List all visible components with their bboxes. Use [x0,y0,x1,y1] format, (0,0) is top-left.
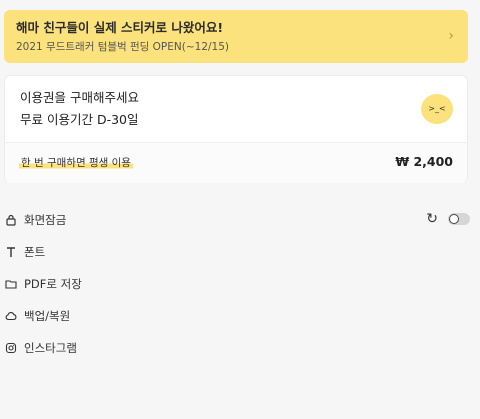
menu-item-screen-lock[interactable]: 화면잠금 ↻ [4,204,474,236]
card-footer: 한 번 구매하면 평생 이용 ₩ 2,400 [5,142,467,183]
menu-label: PDF로 저장 [24,277,82,291]
banner-subtitle: 2021 무드트래커 텀블벅 펀딩 OPEN(~12/15) [16,41,230,53]
card-title: 이용권을 구매해주세요 [20,90,139,105]
lock-controls: ↻ [426,212,470,226]
refresh-icon[interactable]: ↻ [426,212,438,226]
menu-item-instagram[interactable]: 인스타그램 [4,332,474,364]
menu-label: 폰트 [24,245,46,259]
mascot-icon: >_< [421,94,453,124]
menu-label: 백업/복원 [24,309,71,323]
chevron-right-icon[interactable]: › [448,28,454,44]
lock-icon [4,213,18,227]
screen-lock-toggle[interactable] [448,213,470,225]
toggle-knob [449,214,459,224]
cloud-icon [4,309,18,323]
banner-title: 해마 친구들이 실제 스티커로 나왔어요! [16,20,224,35]
menu-item-backup-restore[interactable]: 백업/복원 [4,300,474,332]
trial-period: 무료 이용기간 D-30일 [20,112,139,127]
folder-icon [4,277,18,291]
purchase-card[interactable]: 이용권을 구매해주세요 무료 이용기간 D-30일 >_< 한 번 구매하면 평… [4,75,468,183]
instagram-icon [4,341,18,355]
promo-text: 한 번 구매하면 평생 이용 [19,156,133,170]
menu-item-font[interactable]: 폰트 [4,236,474,268]
promo-banner[interactable]: 해마 친구들이 실제 스티커로 나왔어요! 2021 무드트래커 텀블벅 펀딩 … [4,10,468,63]
menu-label: 화면잠금 [24,213,67,227]
menu-label: 인스타그램 [24,341,77,355]
price: ₩ 2,400 [395,154,453,169]
menu-item-save-pdf[interactable]: PDF로 저장 [4,268,474,300]
font-icon [4,245,18,259]
settings-menu: 화면잠금 ↻ 폰트 PDF로 저장 백업/복원 인스타그램 [4,204,474,364]
